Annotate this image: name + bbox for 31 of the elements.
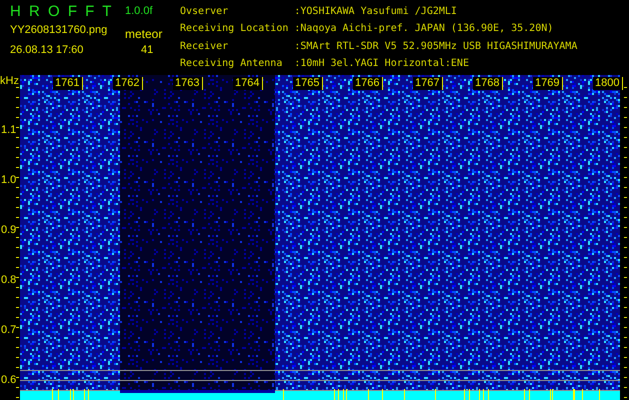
info-label: Receiver (180, 40, 230, 54)
time-label: 1766 (353, 77, 384, 90)
version-label: 1.0.0f (125, 5, 154, 17)
time-label: 1762 (113, 77, 144, 90)
info-value: :Naqoya Aichi-pref. JAPAN (136.90E, 35.20N) (294, 23, 554, 36)
time-label: 1763 (173, 77, 204, 90)
axis-label: 0.7 (1, 324, 16, 336)
time-label: 1768 (473, 77, 504, 90)
time-label: 1765 (293, 77, 324, 90)
time-label: 1764 (233, 77, 264, 90)
info-label: Receiving Location (180, 23, 290, 36)
axis-label: 0.8 (1, 274, 16, 286)
time-label: 1800 (593, 77, 624, 90)
info-value: :YOSHIKAWA Yasufumi /JG2MLI (294, 6, 458, 19)
time-label: 1769 (533, 77, 564, 90)
axis-label: 0.6 (1, 374, 16, 386)
timestamp: 26.08.13 17:60 (10, 44, 84, 56)
axis-label: 1.0 (1, 174, 16, 186)
info-label: Ovserver (180, 6, 230, 19)
app-title: H R O F F T (10, 2, 114, 20)
meteor-count: 41 (140, 44, 154, 56)
file-name: YY2608131760.png (10, 24, 108, 36)
time-label: 1761 (53, 77, 84, 90)
info-value: :10mH 3el.YAGI Horizontal:ENE (294, 58, 470, 71)
info-value: :SMArt RTL-SDR V5 52.905MHz USB HIGASHIMURAYAMA (294, 40, 578, 54)
meteor-label: meteor (125, 27, 164, 41)
axis-label: 1.1 (1, 124, 16, 136)
axis-label: 0.9 (1, 224, 16, 236)
unit-label: kHz (0, 75, 19, 87)
info-label: Receiving Antenna (180, 58, 284, 71)
time-label: 1767 (413, 77, 444, 90)
